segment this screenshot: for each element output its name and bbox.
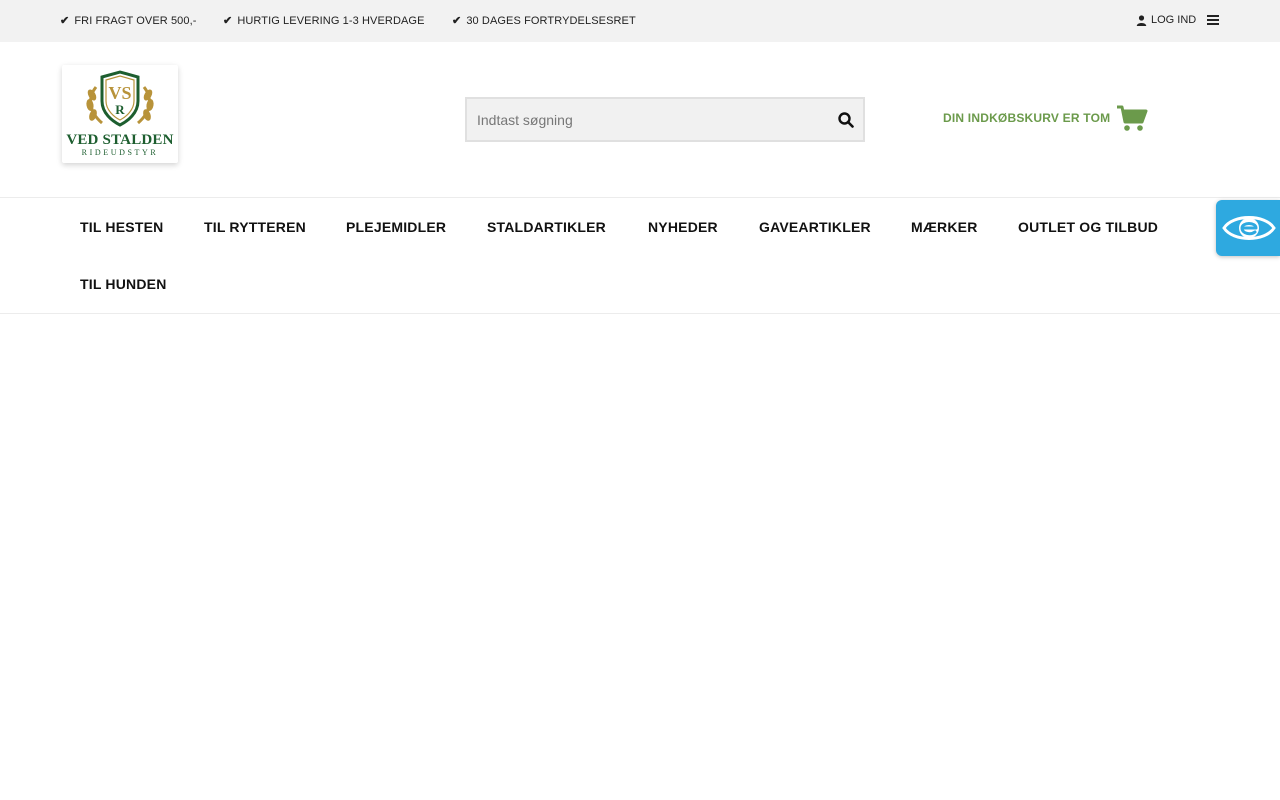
nav-item-plejemidler[interactable]: PLEJEMIDLER <box>346 219 446 235</box>
usp-fast-delivery: ✔ HURTIG LEVERING 1-3 HVERDAGE <box>223 14 425 28</box>
logo-letter: R <box>115 102 125 117</box>
usp-return-policy: ✔ 30 DAGES FORTRYDELSESRET <box>452 14 636 28</box>
eye-accessibility-icon <box>1222 216 1276 240</box>
nav-item-nyheder[interactable]: NYHEDER <box>648 219 718 235</box>
nav-item-staldartikler[interactable]: STALDARTIKLER <box>487 219 606 235</box>
check-icon: ✔ <box>223 15 233 27</box>
logo-monogram: VS <box>108 83 132 103</box>
login-link[interactable]: LOG IND <box>1136 14 1196 26</box>
search-icon[interactable] <box>837 111 855 129</box>
logo-subtitle: RIDEUDSTYR <box>81 148 159 157</box>
nav-item-outlet-og-tilbud[interactable]: OUTLET OG TILBUD <box>1018 219 1158 235</box>
accessibility-widget-button[interactable] <box>1216 200 1280 256</box>
shopping-cart-icon <box>1117 105 1148 131</box>
nav-item-til-hesten[interactable]: TIL HESTEN <box>80 219 163 235</box>
usp-label: HURTIG LEVERING 1-3 HVERDAGE <box>237 14 425 27</box>
cart-label: DIN INDKØBSKURV ER TOM <box>943 111 1111 125</box>
search-input[interactable] <box>477 99 817 140</box>
usp-label: 30 DAGES FORTRYDELSESRET <box>466 14 636 27</box>
nav-item-til-rytteren[interactable]: TIL RYTTEREN <box>204 219 306 235</box>
logo[interactable]: VS R VED STALDEN RIDEUDSTYR <box>62 65 178 163</box>
nav-item-gaveartikler[interactable]: GAVEARTIKLER <box>759 219 871 235</box>
user-icon <box>1136 14 1147 26</box>
nav-item-maerker[interactable]: MÆRKER <box>911 219 978 235</box>
logo-name: VED STALDEN <box>66 132 174 148</box>
cart-link[interactable]: DIN INDKØBSKURV ER TOM <box>943 104 1148 132</box>
check-icon: ✔ <box>60 15 70 27</box>
usp-free-shipping: ✔ FRI FRAGT OVER 500,- <box>60 14 197 28</box>
search-box <box>465 97 865 142</box>
nav-item-til-hunden[interactable]: TIL HUNDEN <box>80 276 167 292</box>
usp-label: FRI FRAGT OVER 500,- <box>74 14 197 27</box>
check-icon: ✔ <box>452 15 462 27</box>
main-navigation: TIL HESTEN TIL RYTTEREN PLEJEMIDLER STAL… <box>0 197 1280 314</box>
hamburger-menu-icon[interactable] <box>1207 14 1220 26</box>
top-bar: ✔ FRI FRAGT OVER 500,- ✔ HURTIG LEVERING… <box>0 0 1280 42</box>
login-label: LOG IND <box>1151 14 1197 26</box>
